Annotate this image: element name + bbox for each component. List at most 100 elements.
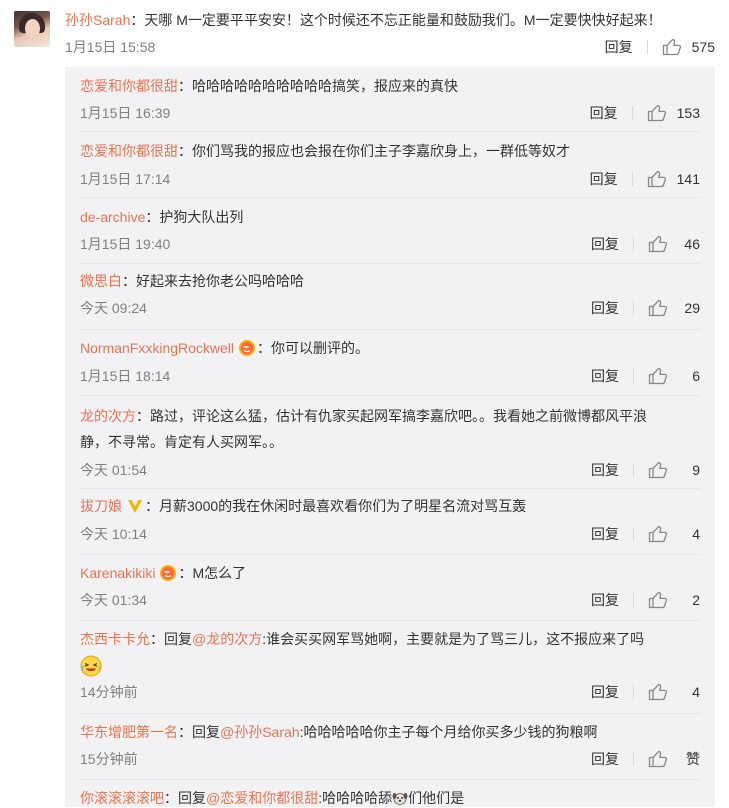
comment-text: :谁会买买网军骂她啊，主要就是为了骂三儿，这不报应来了吗 bbox=[262, 631, 645, 647]
reply-button[interactable]: 回复 bbox=[591, 749, 619, 769]
list-item: 龙的次方：路过，评论这么猛，估计有仇家买起网军搞李嘉欣吧。。我看她之前微博都风平… bbox=[80, 396, 700, 489]
timestamp: 今天 01:34 bbox=[80, 592, 147, 608]
list-item: 恋爱和你都很甜：哈哈哈哈哈哈哈哈哈哈搞笑，报应来的真快 1月15日 16:39 … bbox=[80, 67, 700, 132]
timestamp: 14分钟前 bbox=[80, 684, 138, 700]
like-button[interactable]: 29 bbox=[648, 298, 700, 318]
reply-button[interactable]: 回复 bbox=[591, 366, 619, 386]
comment-actions: 回复 6 bbox=[591, 366, 700, 386]
username-link[interactable]: 杰西卡卡允 bbox=[80, 631, 150, 647]
divider bbox=[631, 172, 633, 186]
like-count: 4 bbox=[692, 526, 700, 542]
reply-button[interactable]: 回复 bbox=[591, 234, 619, 254]
reply-button[interactable]: 回复 bbox=[591, 682, 619, 702]
username-link[interactable]: 恋爱和你都很甜 bbox=[80, 143, 178, 159]
comment-text: ：M怎么了 bbox=[178, 565, 247, 581]
like-count: 575 bbox=[691, 39, 715, 55]
comment-actions: 回复 2 bbox=[591, 590, 700, 610]
reply-button[interactable]: 回复 bbox=[605, 37, 633, 57]
avatar-face bbox=[25, 19, 40, 38]
list-item: 微思白：好起来去抢你老公吗哈哈哈 今天 09:24 回复 29 bbox=[80, 264, 700, 330]
list-item: de-archive：护狗大队出列 1月15日 19:40 回复 46 bbox=[80, 198, 700, 264]
like-button[interactable]: 153 bbox=[647, 103, 700, 123]
timestamp: 今天 10:14 bbox=[80, 526, 147, 542]
vip-v-icon bbox=[128, 500, 142, 513]
comment-actions: 回复 575 bbox=[605, 37, 715, 57]
timestamp: 1月15日 15:58 bbox=[65, 39, 156, 55]
list-item: 拔刀娘 ：月薪3000的我在休闲时最喜欢看你们为了明星名流对骂互轰 今天 10:1… bbox=[80, 489, 700, 555]
reply-button[interactable]: 回复 bbox=[590, 103, 618, 123]
like-button[interactable]: 141 bbox=[647, 169, 700, 189]
like-count: 46 bbox=[684, 236, 700, 252]
username-link[interactable]: 微思白 bbox=[80, 273, 122, 289]
reply-button[interactable]: 回复 bbox=[591, 524, 619, 544]
reply-prefix: ：回复 bbox=[164, 790, 206, 806]
reply-button[interactable]: 回复 bbox=[591, 590, 619, 610]
comment-actions: 回复 4 bbox=[591, 524, 700, 544]
divider bbox=[633, 369, 634, 383]
reply-button[interactable]: 回复 bbox=[591, 298, 619, 318]
divider bbox=[633, 301, 634, 315]
like-count: 153 bbox=[676, 105, 700, 121]
thumbs-up-icon bbox=[662, 39, 681, 56]
comment-actions: 回复 153 bbox=[590, 103, 700, 123]
thumbs-up-icon bbox=[648, 684, 668, 701]
timestamp: 15分钟前 bbox=[80, 751, 138, 767]
username-link[interactable]: 拔刀娘 bbox=[80, 498, 122, 514]
divider bbox=[646, 40, 648, 54]
dog-emoji-icon bbox=[392, 793, 408, 805]
mention-link[interactable]: @孙孙Sarah bbox=[220, 724, 300, 740]
reply-prefix: ：回复 bbox=[150, 631, 192, 647]
comment-actions: 回复 9 bbox=[591, 460, 700, 480]
thumbs-up-icon bbox=[647, 105, 666, 122]
top-comment: 孙孙Sarah：天哪 M一定要平平安安！这个时候还不忘正能量和鼓励我们。M一定要… bbox=[65, 10, 662, 30]
divider bbox=[633, 752, 634, 766]
comment-text-continued: 静，不寻常。肯定有人买网军。。 bbox=[80, 434, 283, 450]
comment-text: ：好起来去抢你老公吗哈哈哈 bbox=[122, 273, 304, 289]
timestamp: 1月15日 16:39 bbox=[80, 105, 171, 121]
comment-text-continued: 们他们是 bbox=[408, 790, 465, 806]
reply-prefix: ：回复 bbox=[178, 724, 220, 740]
list-item: 华东增肥第一名：回复@孙孙Sarah:哈哈哈哈哈你主子每个月给你买多少钱的狗粮啊… bbox=[80, 714, 700, 780]
comment-text: :哈哈哈哈哈你主子每个月给你买多少钱的狗粮啊 bbox=[299, 724, 598, 740]
like-button[interactable]: 赞 bbox=[648, 749, 700, 769]
list-item: 恋爱和你都很甜：你们骂我的报应也会报在你们主子李嘉欣身上，一群低等奴才 1月15… bbox=[80, 132, 700, 198]
timestamp: 1月15日 17:14 bbox=[80, 171, 171, 187]
list-item: NormanFxxkingRockwell ：你可以删评的。 1月15日 18:1… bbox=[80, 330, 700, 396]
username-link[interactable]: Karenakikiki bbox=[80, 565, 155, 581]
list-item: 杰西卡卡允：回复@龙的次方:谁会买买网军骂她啊，主要就是为了骂三儿，这不报应来了… bbox=[80, 621, 700, 714]
thumbs-up-icon bbox=[648, 368, 668, 385]
like-count: 6 bbox=[692, 368, 700, 384]
comment-actions: 回复 4 bbox=[591, 682, 700, 702]
like-button[interactable]: 575 bbox=[662, 37, 715, 57]
avatar[interactable] bbox=[14, 11, 50, 47]
comment-actions: 回复 46 bbox=[591, 234, 700, 254]
like-button[interactable]: 46 bbox=[648, 234, 700, 254]
like-button[interactable]: 9 bbox=[648, 460, 700, 480]
like-button[interactable]: 2 bbox=[648, 590, 700, 610]
mention-link[interactable]: @恋爱和你都很甜 bbox=[206, 790, 318, 806]
username-link[interactable]: 华东增肥第一名 bbox=[80, 724, 178, 740]
like-button[interactable]: 4 bbox=[648, 524, 700, 544]
comment-actions: 回复 141 bbox=[590, 169, 700, 189]
comment-thread: 孙孙Sarah：天哪 M一定要平平安安！这个时候还不忘正能量和鼓励我们。M一定要… bbox=[0, 0, 729, 807]
timestamp: 今天 09:24 bbox=[80, 300, 147, 316]
fan-badge-icon bbox=[160, 565, 177, 581]
username-link[interactable]: NormanFxxkingRockwell bbox=[80, 340, 234, 356]
username-link[interactable]: 龙的次方 bbox=[80, 408, 136, 424]
like-button[interactable]: 6 bbox=[648, 366, 700, 386]
like-button[interactable]: 4 bbox=[648, 682, 700, 702]
timestamp: 1月15日 18:14 bbox=[80, 368, 171, 384]
thumbs-up-icon bbox=[648, 300, 668, 317]
comment-text: ：路过，评论这么猛，估计有仇家买起网军搞李嘉欣吧。。我看她之前微博都风平浪 bbox=[136, 408, 647, 424]
username-link[interactable]: de-archive bbox=[80, 209, 145, 225]
username-link[interactable]: 孙孙Sarah bbox=[65, 12, 130, 28]
username-link[interactable]: 恋爱和你都很甜 bbox=[80, 78, 178, 94]
mention-link[interactable]: @龙的次方 bbox=[192, 631, 262, 647]
divider bbox=[633, 463, 634, 477]
reply-button[interactable]: 回复 bbox=[591, 460, 619, 480]
username-link[interactable]: 你滚滚滚滚吧 bbox=[80, 790, 164, 806]
reply-button[interactable]: 回复 bbox=[590, 169, 618, 189]
comment-text: ：天哪 M一定要平平安安！这个时候还不忘正能量和鼓励我们。M一定要快快好起来！ bbox=[130, 12, 662, 28]
like-count: 9 bbox=[692, 462, 700, 478]
list-item: Karenakikiki ：M怎么了 今天 01:34 回复 2 bbox=[80, 555, 700, 621]
